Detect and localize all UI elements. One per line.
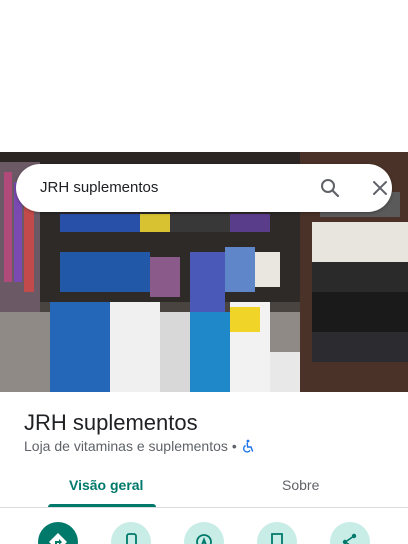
- search-query[interactable]: JRH suplementos: [40, 179, 158, 196]
- place-name: JRH suplementos: [24, 410, 198, 435]
- separator: •: [231, 438, 237, 454]
- navigate-button[interactable]: [184, 522, 224, 544]
- search-bar[interactable]: JRH suplementos: [16, 164, 392, 212]
- phone-icon: [126, 533, 137, 544]
- search-icon[interactable]: [318, 176, 342, 200]
- share-icon: [342, 533, 357, 544]
- place-category: Loja de vitaminas e suplementos: [24, 438, 228, 454]
- directions-button[interactable]: [38, 522, 78, 544]
- share-button[interactable]: [330, 522, 370, 544]
- save-button[interactable]: [257, 522, 297, 544]
- navigation-icon: [196, 534, 212, 544]
- close-icon[interactable]: [368, 176, 392, 200]
- call-button[interactable]: [111, 522, 151, 544]
- directions-icon: [49, 533, 67, 544]
- tab-about[interactable]: Sobre: [282, 477, 319, 493]
- wheelchair-icon: [241, 439, 255, 453]
- tab-divider: [0, 507, 408, 508]
- place-subtitle: Loja de vitaminas e suplementos •: [24, 438, 255, 454]
- bookmark-icon: [271, 533, 283, 544]
- tab-overview[interactable]: Visão geral: [69, 477, 143, 493]
